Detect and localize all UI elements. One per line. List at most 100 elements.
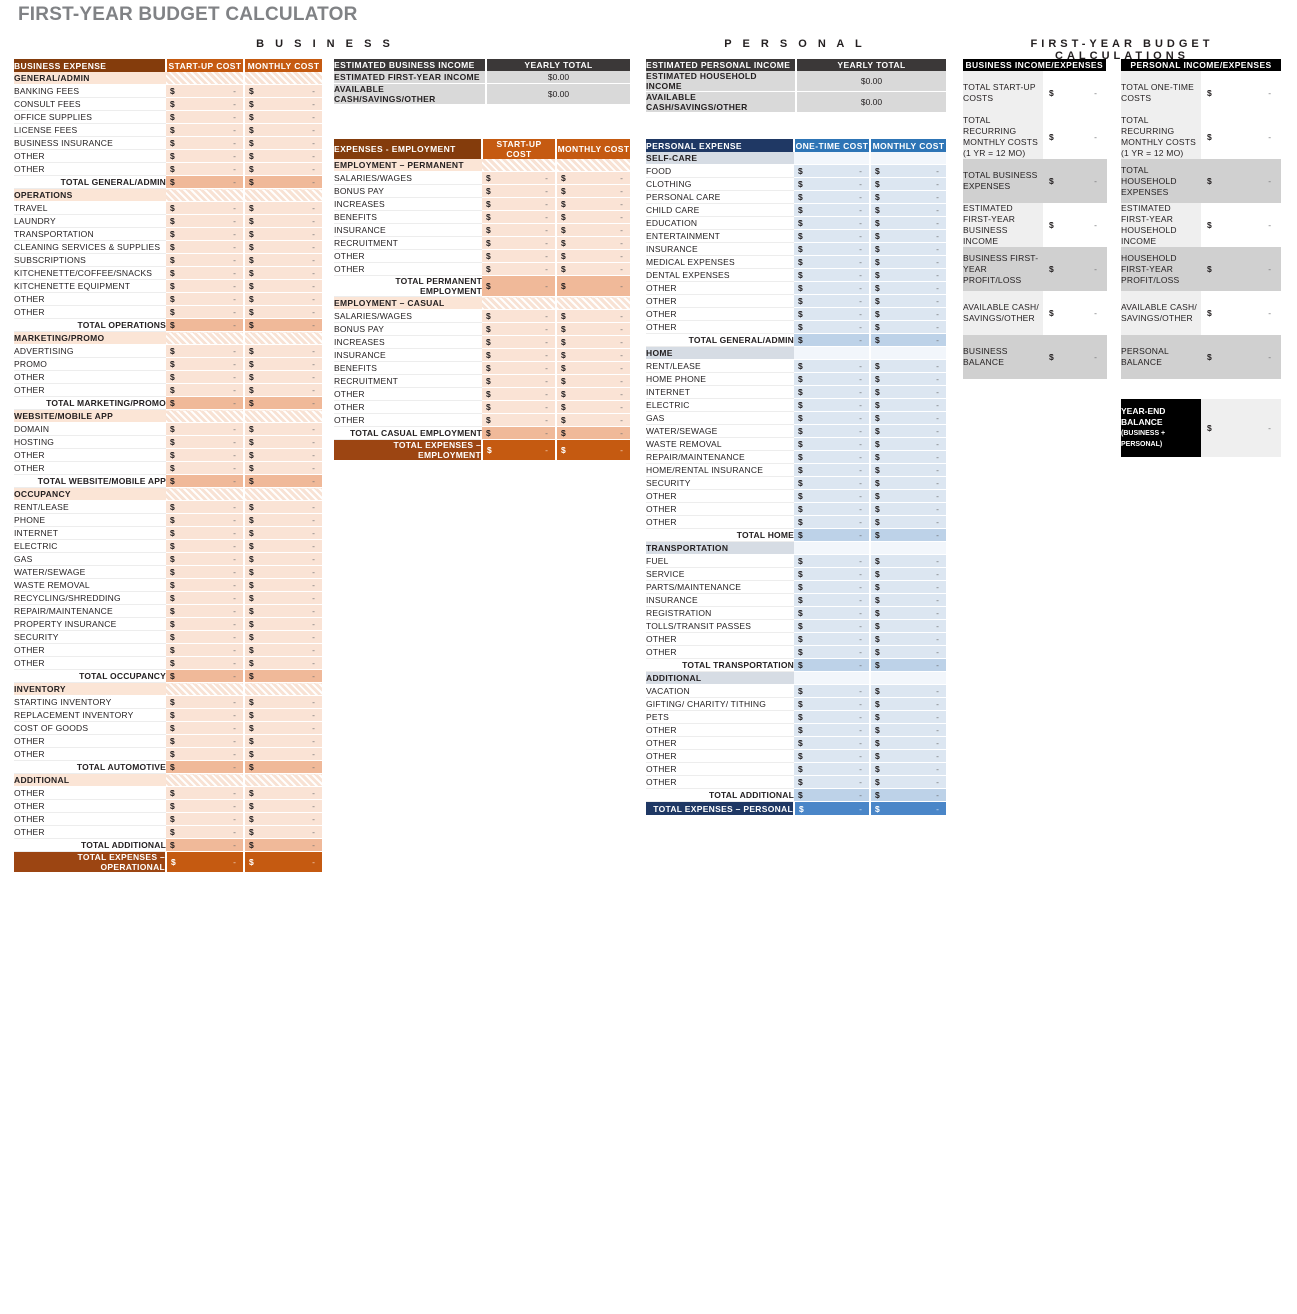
income-row-value[interactable]: $0.00 <box>796 71 946 92</box>
expense-col1-input[interactable]: $ - <box>794 723 871 737</box>
expense-col1-input[interactable]: $ - <box>166 448 245 462</box>
expense-col1-input[interactable]: $ - <box>794 502 871 516</box>
calc-personal-value[interactable]: $ - <box>1201 71 1282 115</box>
subtotal-col2-value[interactable]: $ - <box>244 396 322 410</box>
expense-col1-input[interactable]: $ - <box>482 249 557 263</box>
expense-col2-input[interactable]: $ - <box>870 424 946 438</box>
subtotal-col2-value[interactable]: $ - <box>870 658 946 672</box>
expense-col1-input[interactable]: $ - <box>166 539 245 553</box>
expense-col1-input[interactable]: $ - <box>166 630 245 644</box>
expense-col1-input[interactable]: $ - <box>166 552 245 566</box>
expense-col2-input[interactable]: $ - <box>244 448 322 462</box>
subtotal-col1-value[interactable]: $ - <box>794 333 871 347</box>
expense-col1-input[interactable]: $ - <box>166 812 245 826</box>
expense-col2-input[interactable]: $ - <box>244 253 322 267</box>
expense-col2-input[interactable]: $ - <box>870 268 946 282</box>
expense-col1-input[interactable]: $ - <box>794 203 871 217</box>
income-row-value[interactable]: $0.00 <box>486 83 630 105</box>
expense-col2-input[interactable]: $ - <box>870 190 946 204</box>
subtotal-col1-value[interactable]: $ - <box>482 426 557 440</box>
expense-col1-input[interactable]: $ - <box>166 799 245 813</box>
expense-col2-input[interactable]: $ - <box>870 307 946 321</box>
subtotal-col1-value[interactable]: $ - <box>166 396 245 410</box>
expense-col1-input[interactable]: $ - <box>794 463 871 477</box>
expense-col1-input[interactable]: $ - <box>794 411 871 425</box>
expense-col2-input[interactable]: $ - <box>556 184 630 198</box>
expense-col2-input[interactable]: $ - <box>870 502 946 516</box>
calc-business-value[interactable]: $ - <box>1043 159 1108 203</box>
expense-col2-input[interactable]: $ - <box>870 645 946 659</box>
grand-total-col2-value[interactable]: $ - <box>244 851 322 872</box>
expense-col1-input[interactable]: $ - <box>166 747 245 761</box>
expense-col1-input[interactable]: $ - <box>166 253 245 267</box>
expense-col2-input[interactable]: $ - <box>870 775 946 789</box>
expense-col2-input[interactable]: $ - <box>870 632 946 646</box>
expense-col2-input[interactable]: $ - <box>244 812 322 826</box>
expense-col2-input[interactable]: $ - <box>556 262 630 276</box>
expense-col1-input[interactable]: $ - <box>794 359 871 373</box>
expense-col2-input[interactable]: $ - <box>870 320 946 334</box>
expense-col2-input[interactable]: $ - <box>244 305 322 319</box>
subtotal-col1-value[interactable]: $ - <box>166 318 245 332</box>
expense-col1-input[interactable]: $ - <box>794 554 871 568</box>
expense-col2-input[interactable]: $ - <box>244 708 322 722</box>
expense-col2-input[interactable]: $ - <box>870 359 946 373</box>
expense-col1-input[interactable]: $ - <box>794 515 871 529</box>
expense-col1-input[interactable]: $ - <box>166 721 245 735</box>
expense-col1-input[interactable]: $ - <box>794 398 871 412</box>
expense-col2-input[interactable]: $ - <box>244 734 322 748</box>
expense-col1-input[interactable]: $ - <box>482 335 557 349</box>
expense-col1-input[interactable]: $ - <box>166 526 245 540</box>
expense-col1-input[interactable]: $ - <box>166 370 245 384</box>
expense-col2-input[interactable]: $ - <box>244 461 322 475</box>
expense-col1-input[interactable]: $ - <box>166 110 245 124</box>
calc-personal-value[interactable]: $ - <box>1201 115 1282 159</box>
expense-col1-input[interactable]: $ - <box>482 197 557 211</box>
expense-col2-input[interactable]: $ - <box>244 630 322 644</box>
expense-col1-input[interactable]: $ - <box>166 617 245 631</box>
expense-col1-input[interactable]: $ - <box>794 372 871 386</box>
expense-col2-input[interactable]: $ - <box>870 242 946 256</box>
expense-col2-input[interactable]: $ - <box>244 539 322 553</box>
expense-col2-input[interactable]: $ - <box>870 255 946 269</box>
expense-col2-input[interactable]: $ - <box>870 736 946 750</box>
expense-col2-input[interactable]: $ - <box>244 214 322 228</box>
expense-col2-input[interactable]: $ - <box>244 266 322 280</box>
expense-col1-input[interactable]: $ - <box>166 591 245 605</box>
calc-business-value[interactable]: $ - <box>1043 203 1108 247</box>
expense-col1-input[interactable]: $ - <box>794 307 871 321</box>
expense-col1-input[interactable]: $ - <box>482 361 557 375</box>
subtotal-col1-value[interactable]: $ - <box>166 838 245 852</box>
expense-col1-input[interactable]: $ - <box>794 775 871 789</box>
expense-col2-input[interactable]: $ - <box>244 201 322 215</box>
expense-col1-input[interactable]: $ - <box>166 708 245 722</box>
expense-col2-input[interactable]: $ - <box>244 799 322 813</box>
expense-col2-input[interactable]: $ - <box>870 580 946 594</box>
expense-col2-input[interactable]: $ - <box>244 578 322 592</box>
expense-col1-input[interactable]: $ - <box>794 320 871 334</box>
expense-col2-input[interactable]: $ - <box>244 383 322 397</box>
expense-col2-input[interactable]: $ - <box>244 565 322 579</box>
expense-col2-input[interactable]: $ - <box>870 554 946 568</box>
expense-col1-input[interactable]: $ - <box>482 387 557 401</box>
expense-col1-input[interactable]: $ - <box>794 255 871 269</box>
expense-col2-input[interactable]: $ - <box>870 229 946 243</box>
expense-col1-input[interactable]: $ - <box>482 348 557 362</box>
expense-col2-input[interactable]: $ - <box>244 552 322 566</box>
expense-col1-input[interactable]: $ - <box>166 643 245 657</box>
expense-col2-input[interactable]: $ - <box>244 695 322 709</box>
expense-col2-input[interactable]: $ - <box>870 749 946 763</box>
expense-col1-input[interactable]: $ - <box>794 424 871 438</box>
expense-col2-input[interactable]: $ - <box>870 684 946 698</box>
expense-col2-input[interactable]: $ - <box>244 656 322 670</box>
expense-col1-input[interactable]: $ - <box>794 242 871 256</box>
expense-col1-input[interactable]: $ - <box>794 593 871 607</box>
expense-col2-input[interactable]: $ - <box>556 210 630 224</box>
expense-col1-input[interactable]: $ - <box>166 786 245 800</box>
expense-col2-input[interactable]: $ - <box>870 489 946 503</box>
expense-col2-input[interactable]: $ - <box>556 171 630 185</box>
expense-col2-input[interactable]: $ - <box>556 309 630 323</box>
expense-col1-input[interactable]: $ - <box>794 437 871 451</box>
grand-total-col2-value[interactable]: $ - <box>556 439 630 460</box>
expense-col2-input[interactable]: $ - <box>244 279 322 293</box>
